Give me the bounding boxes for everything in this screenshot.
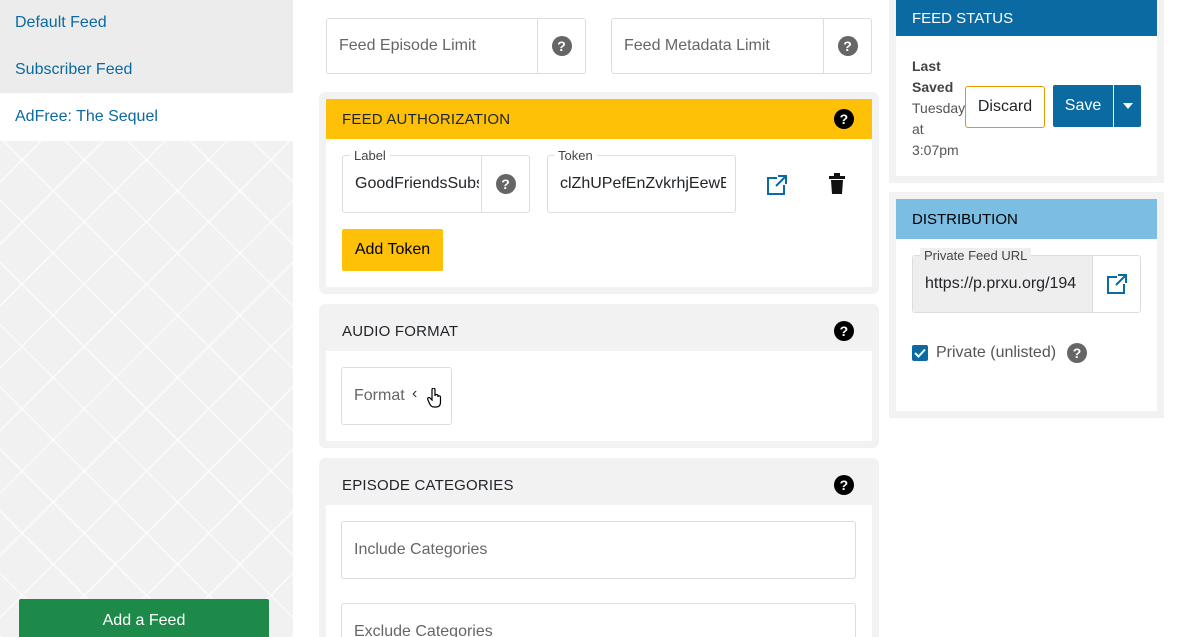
last-saved-value-1: Tuesday — [912, 100, 966, 116]
format-select[interactable]: Format ‹ — [341, 367, 452, 425]
token-input[interactable]: clZhUPefEnZvkrhjEewE — [560, 175, 726, 193]
help-icon: ? — [837, 36, 858, 56]
feed-status-title: FEED STATUS — [912, 9, 1014, 27]
help-icon: ? — [495, 174, 516, 194]
episode-categories-header: EPISODE CATEGORIES ? — [326, 465, 872, 505]
token-caption: Token — [554, 148, 597, 163]
token-label-field[interactable]: GoodFriendsSubs ? — [342, 155, 530, 213]
open-feed-url-button[interactable] — [1092, 256, 1140, 312]
add-token-button[interactable]: Add Token — [342, 229, 443, 271]
episode-limit-help-button[interactable]: ? — [537, 19, 585, 73]
distribution-title: DISTRIBUTION — [912, 210, 1018, 228]
feed-authorization-title: FEED AUTHORIZATION — [342, 110, 511, 128]
include-categories-placeholder: Include Categories — [354, 541, 488, 558]
last-saved-value-3: 3:07pm — [912, 142, 959, 158]
feed-authorization-card: FEED AUTHORIZATION ? GoodFriendsSubs ? L… — [326, 99, 872, 287]
check-icon — [914, 348, 926, 358]
distribution-header: DISTRIBUTION — [896, 199, 1157, 239]
include-categories-field[interactable]: Include Categories — [341, 521, 856, 579]
last-saved-label-1: Last — [912, 58, 941, 74]
sidebar-item-adfree-the-sequel[interactable]: AdFree: The Sequel — [0, 93, 293, 141]
save-button[interactable]: Save — [1053, 85, 1113, 127]
feed-authorization-header: FEED AUTHORIZATION ? — [326, 99, 872, 139]
sidebar-item-subscriber-feed[interactable]: Subscriber Feed — [0, 46, 293, 93]
token-label-caption: Label — [350, 148, 390, 163]
trash-icon[interactable] — [828, 173, 846, 195]
token-label-input[interactable]: GoodFriendsSubs — [355, 175, 479, 193]
exclude-categories-placeholder: Exclude Categories — [354, 623, 493, 637]
hand-pointer-icon — [427, 388, 442, 408]
episode-categories-card: EPISODE CATEGORIES ? Include Categories … — [326, 465, 872, 637]
sidebar: Default Feed Subscriber Feed AdFree: The… — [0, 0, 293, 637]
help-icon[interactable]: ? — [834, 475, 854, 495]
episode-categories-title: EPISODE CATEGORIES — [342, 476, 514, 494]
private-feed-url-field[interactable]: https://p.prxu.org/194 — [912, 255, 1141, 313]
last-saved-value-2: at — [912, 121, 924, 137]
last-saved-label-2: Saved — [912, 79, 954, 95]
feed-status-card: FEED STATUS Last Saved Tuesday at 3:07pm… — [896, 0, 1157, 176]
feed-metadata-limit-placeholder: Feed Metadata Limit — [624, 37, 770, 54]
feed-status-header: FEED STATUS — [896, 0, 1157, 36]
audio-format-title: AUDIO FORMAT — [342, 322, 459, 340]
save-dropdown-button[interactable] — [1114, 85, 1141, 127]
audio-format-card: AUDIO FORMAT ? Format ‹ — [326, 311, 872, 441]
exclude-categories-field[interactable]: Exclude Categories — [341, 603, 856, 637]
private-feed-url-value[interactable]: https://p.prxu.org/194 — [925, 275, 1081, 293]
feed-metadata-limit-field[interactable]: Feed Metadata Limit ? — [611, 18, 872, 74]
feed-episode-limit-placeholder: Feed Episode Limit — [339, 37, 476, 54]
audio-format-header: AUDIO FORMAT ? — [326, 311, 872, 351]
private-checkbox[interactable] — [912, 345, 928, 361]
token-label-help-button[interactable]: ? — [481, 156, 529, 212]
caret-down-icon — [1122, 103, 1133, 109]
format-placeholder: Format — [354, 387, 405, 404]
help-icon[interactable]: ? — [834, 109, 854, 129]
external-link-icon[interactable] — [766, 174, 788, 196]
external-link-icon — [1106, 274, 1127, 294]
distribution-card: DISTRIBUTION https://p.prxu.org/194 Priv… — [896, 199, 1157, 411]
private-feed-url-caption: Private Feed URL — [920, 248, 1032, 263]
private-label: Private (unlisted) — [936, 344, 1057, 361]
feed-episode-limit-field[interactable]: Feed Episode Limit ? — [326, 18, 586, 74]
sidebar-item-default-feed[interactable]: Default Feed — [0, 0, 293, 46]
help-icon[interactable]: ? — [1067, 343, 1087, 363]
discard-button[interactable]: Discard — [965, 86, 1045, 128]
add-feed-button[interactable]: Add a Feed — [19, 599, 269, 637]
help-icon: ? — [551, 36, 572, 56]
help-icon[interactable]: ? — [834, 321, 854, 341]
token-field[interactable]: clZhUPefEnZvkrhjEewE — [547, 155, 736, 213]
metadata-limit-help-button[interactable]: ? — [823, 19, 871, 73]
last-saved-info: Last Saved Tuesday at 3:07pm — [912, 56, 965, 161]
chevron-left-icon: ‹ — [412, 385, 418, 402]
